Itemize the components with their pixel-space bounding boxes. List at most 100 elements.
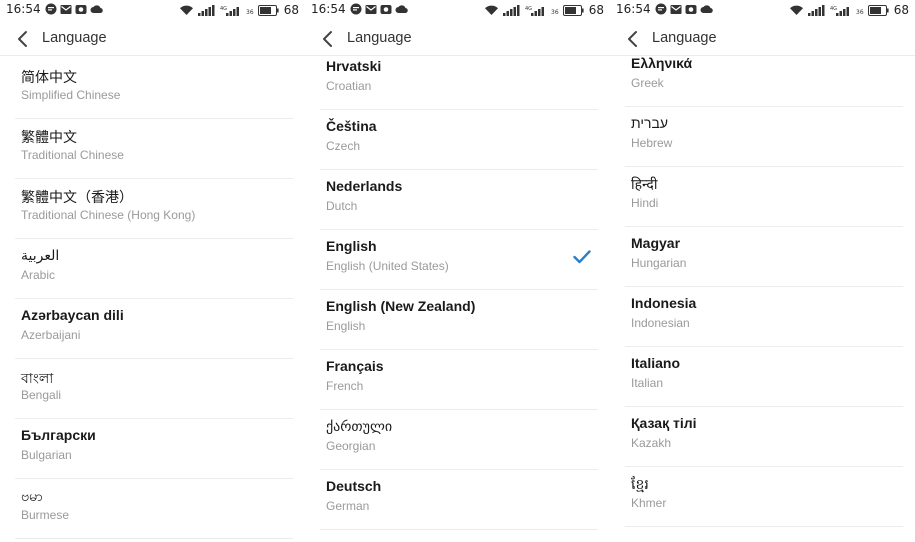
- language-item[interactable]: Magyar Hungarian: [610, 227, 915, 287]
- svg-text:36: 36: [856, 9, 864, 16]
- wifi-icon: [179, 5, 193, 15]
- language-item[interactable]: Français French: [305, 350, 610, 410]
- page-title: Language: [347, 30, 412, 46]
- battery-level: 68: [893, 3, 909, 17]
- signal-4g-icon: 4G: [830, 6, 849, 16]
- page-title: Language: [42, 30, 107, 46]
- language-item[interactable]: Hrvatski Croatian: [305, 50, 610, 110]
- data-speed-icon: 36: [856, 9, 864, 16]
- signal-icon: [197, 4, 215, 16]
- status-right: 4G 36 68: [484, 3, 604, 17]
- language-native-name: Indonesia: [631, 295, 697, 311]
- cloud-icon: [395, 5, 408, 14]
- language-item[interactable]: Azərbaycan dili Azerbaijani: [0, 299, 305, 359]
- status-time: 16:54: [616, 2, 651, 16]
- language-native-name: Magyar: [631, 235, 681, 251]
- language-item[interactable]: हिन्दी Hindi: [610, 167, 915, 227]
- header-divider: [0, 55, 305, 56]
- list-divider: [15, 538, 293, 539]
- notification-icons: [655, 3, 713, 15]
- language-english-name: Khmer: [631, 496, 667, 510]
- language-item[interactable]: Indonesia Indonesian: [610, 287, 915, 347]
- language-english-name: Kazakh: [631, 436, 672, 450]
- language-english-name: Hindi: [631, 196, 659, 210]
- status-time: 16:54: [311, 2, 346, 16]
- language-native-name: Қазақ тілі: [631, 415, 697, 431]
- wifi-icon: [484, 5, 498, 15]
- language-native-name: 繁體中文（香港）: [21, 189, 133, 205]
- language-native-name: English: [326, 238, 377, 254]
- language-native-name: עברית: [631, 115, 669, 131]
- language-screen-1: 16:54 4G 36 68 Language 简体中文 Simplified …: [0, 0, 305, 542]
- language-english-name: English: [326, 319, 366, 333]
- status-right: 4G 36 68: [789, 3, 909, 17]
- language-english-name: Traditional Chinese (Hong Kong): [21, 208, 196, 222]
- language-item[interactable]: English (New Zealand) English: [305, 290, 610, 350]
- language-english-name: English (United States): [326, 259, 449, 273]
- language-item[interactable]: Nederlands Dutch: [305, 170, 610, 230]
- language-native-name: ქართული: [326, 418, 393, 434]
- language-english-name: Czech: [326, 139, 361, 153]
- status-bar: 16:54 4G 36 68: [305, 0, 610, 20]
- list-divider: [320, 529, 598, 530]
- language-english-name: Arabic: [21, 268, 56, 282]
- language-item[interactable]: עברית Hebrew: [610, 107, 915, 167]
- language-english-name: Indonesian: [631, 316, 690, 330]
- language-native-name: 简体中文: [21, 69, 77, 85]
- language-english-name: Greek: [631, 76, 664, 90]
- language-native-name: Hrvatski: [326, 58, 382, 74]
- battery-icon: [867, 4, 889, 16]
- language-native-name: ខ្មែរ: [631, 476, 649, 492]
- language-item[interactable]: Italiano Italian: [610, 347, 915, 407]
- language-english-name: Bengali: [21, 388, 62, 402]
- signal-icon: [502, 4, 520, 16]
- notification-icons: [350, 3, 408, 15]
- language-native-name: Ελληνικά: [631, 55, 693, 71]
- svg-text:4G: 4G: [830, 6, 837, 12]
- language-item[interactable]: Қазақ тілі Kazakh: [610, 407, 915, 467]
- language-english-name: Bulgarian: [21, 448, 72, 462]
- language-item[interactable]: العربية Arabic: [0, 239, 305, 299]
- language-native-name: English (New Zealand): [326, 298, 476, 314]
- camera-app-icon: [380, 4, 392, 14]
- language-item[interactable]: ქართული Georgian: [305, 410, 610, 470]
- language-item[interactable]: 繁體中文 Traditional Chinese: [0, 119, 305, 179]
- language-native-name: 繁體中文: [21, 129, 77, 145]
- data-speed-icon: 36: [246, 9, 254, 16]
- language-item-selected[interactable]: English English (United States): [305, 230, 610, 290]
- signal-icon: [807, 4, 825, 16]
- language-native-name: Français: [326, 358, 384, 374]
- status-bar: 16:54 4G 36 68: [0, 0, 305, 20]
- back-arrow-icon[interactable]: [317, 28, 339, 50]
- notification-icons: [45, 3, 103, 15]
- language-item[interactable]: ဗမာ Burmese: [0, 479, 305, 539]
- language-english-name: Traditional Chinese: [21, 148, 124, 162]
- language-item[interactable]: Български Bulgarian: [0, 419, 305, 479]
- language-screen-3: 16:54 4G 36 68 Language Ελληνικά Greek ע…: [610, 0, 915, 542]
- language-native-name: Nederlands: [326, 178, 403, 194]
- language-english-name: Simplified Chinese: [21, 88, 121, 102]
- language-item[interactable]: 繁體中文（香港） Traditional Chinese (Hong Kong): [0, 179, 305, 239]
- language-item[interactable]: Ελληνικά Greek: [610, 47, 915, 107]
- camera-app-icon: [75, 4, 87, 14]
- language-item[interactable]: 简体中文 Simplified Chinese: [0, 59, 305, 119]
- language-item[interactable]: Deutsch German: [305, 470, 610, 530]
- language-item[interactable]: Čeština Czech: [305, 110, 610, 170]
- svg-text:36: 36: [246, 9, 254, 16]
- signal-4g-icon: 4G: [525, 6, 544, 16]
- language-item[interactable]: বাংলা Bengali: [0, 359, 305, 419]
- language-native-name: Deutsch: [326, 478, 382, 494]
- chat-bubble-icon: [45, 3, 57, 15]
- battery-icon: [257, 4, 279, 16]
- language-native-name: العربية: [21, 247, 60, 263]
- language-english-name: French: [326, 379, 364, 393]
- back-arrow-icon[interactable]: [12, 28, 34, 50]
- language-english-name: Hebrew: [631, 136, 673, 150]
- screens-container: 16:54 4G 36 68 Language 简体中文 Simplified …: [0, 0, 915, 542]
- camera-app-icon: [685, 4, 697, 14]
- language-english-name: Burmese: [21, 508, 70, 522]
- language-native-name: हिन्दी: [631, 176, 658, 192]
- signal-4g-icon: 4G: [220, 6, 239, 16]
- wifi-icon: [789, 5, 803, 15]
- language-item[interactable]: ខ្មែរ Khmer: [610, 467, 915, 527]
